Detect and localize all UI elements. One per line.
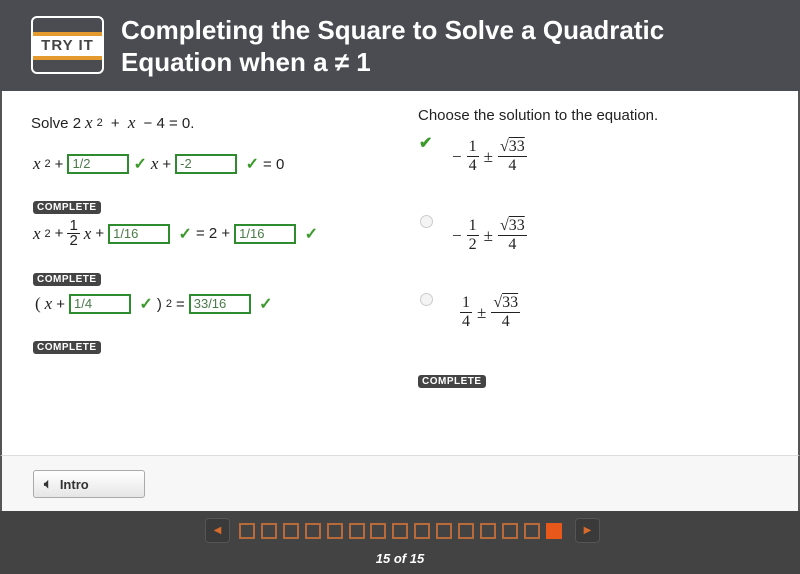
selected-check-icon: ✔ xyxy=(419,135,433,152)
complete-badge: COMPLETE xyxy=(33,273,101,286)
check-icon: ✓ xyxy=(134,296,153,313)
page-indicator-11[interactable] xyxy=(458,523,474,539)
page-indicator-7[interactable] xyxy=(370,523,387,539)
page-indicator-14[interactable] xyxy=(523,523,540,539)
page-indicator-1[interactable] xyxy=(239,523,255,539)
page-indicator-3[interactable] xyxy=(282,523,299,539)
page-indicator-8[interactable] xyxy=(392,523,409,539)
page-indicator-5[interactable] xyxy=(326,523,343,539)
problem-prompt: Solve 2x2 + x − 4 = 0. xyxy=(31,113,195,132)
page-indicator-2[interactable] xyxy=(260,523,277,539)
header: TRY IT Completing the Square to Solve a … xyxy=(0,0,800,91)
page-indicator-4[interactable] xyxy=(304,523,321,539)
answer-field-3a[interactable]: 1/4 xyxy=(68,294,131,314)
complete-badge: COMPLETE xyxy=(33,201,101,214)
check-icon: ✓ xyxy=(254,296,273,313)
check-icon: ✓ xyxy=(300,225,319,243)
page-indicator-10[interactable] xyxy=(436,523,453,539)
question-prompt: Choose the solution to the equation. xyxy=(418,107,659,124)
equation-rhs: = xyxy=(175,295,185,313)
radio-button[interactable] xyxy=(420,293,433,306)
previous-button[interactable]: ◀ xyxy=(205,518,230,543)
intro-button[interactable]: 🔈︎ Intro xyxy=(33,470,145,498)
answer-field-2a[interactable]: 1/16 xyxy=(108,223,171,244)
check-icon: ✓ xyxy=(241,156,260,173)
step-1: x2 + 1/2 ✓ x + -2 ✓ = 0 xyxy=(33,154,285,174)
step-2: x2 + 12x + 1/16 ✓ = 2 + 1/16 ✓ xyxy=(33,217,319,249)
answer-field-3b[interactable]: 33/16 xyxy=(188,294,251,314)
page-indicator-9[interactable] xyxy=(414,523,431,539)
complete-badge: COMPLETE xyxy=(33,341,101,354)
page-indicator-13[interactable] xyxy=(501,523,518,539)
speaker-icon: 🔈︎ xyxy=(44,476,52,491)
page-counter: 15 of 15 xyxy=(375,551,425,566)
answer-field-1a[interactable]: 1/2 xyxy=(67,154,130,174)
page-indicator-15[interactable] xyxy=(545,523,562,539)
equation-rhs: = 2 + xyxy=(195,225,231,242)
complete-badge: COMPLETE xyxy=(418,375,486,388)
step-3: (x + 1/4 ✓) 2 = 33/16 ✓ xyxy=(35,294,273,314)
page-indicator-12[interactable] xyxy=(479,523,496,539)
content: Solve 2x2 + x − 4 = 0. x2 + 1/2 ✓ x + -2 … xyxy=(0,91,800,455)
answer-field-1b[interactable]: -2 xyxy=(175,154,238,174)
page-navigation: ◀ ▶ 15 of 15 xyxy=(0,511,800,574)
answer-field-2b[interactable]: 1/16 xyxy=(234,223,297,244)
footer-bar: 🔈︎ Intro xyxy=(0,455,800,511)
try-it-logo: TRY IT xyxy=(31,16,104,74)
check-icon: ✓ xyxy=(174,225,192,243)
check-icon: ✓ xyxy=(133,156,147,173)
page-title: Completing the Square to Solve a Quadrat… xyxy=(121,15,665,77)
next-button[interactable]: ▶ xyxy=(575,518,600,543)
radio-button[interactable] xyxy=(420,215,433,228)
page-indicator-6[interactable] xyxy=(348,523,365,539)
equation-rhs: = 0 xyxy=(263,155,285,173)
